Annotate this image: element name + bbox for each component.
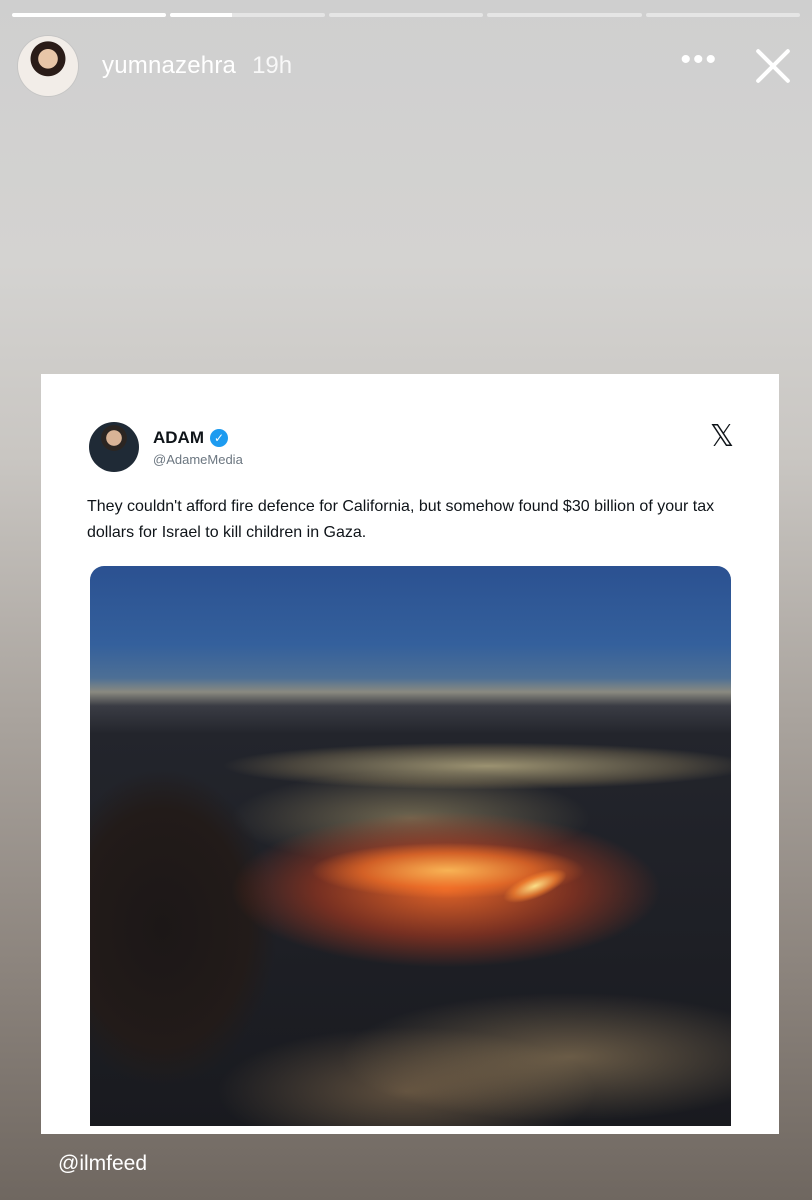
tweet-avatar bbox=[89, 422, 139, 472]
tweet-author-name: ADAM bbox=[153, 428, 204, 447]
progress-segment-4 bbox=[487, 13, 642, 17]
post-time: 19h bbox=[252, 52, 293, 79]
story-mention-caption[interactable]: @ilmfeed bbox=[58, 1152, 147, 1176]
more-icon[interactable]: ••• bbox=[680, 45, 718, 87]
close-icon[interactable] bbox=[752, 46, 792, 86]
tweet-author: ADAM ✓ @AdameMedia bbox=[89, 422, 243, 472]
story-header: yumnazehra 19h ••• bbox=[18, 34, 798, 98]
progress-fill bbox=[12, 13, 167, 17]
tweet-card[interactable]: ADAM ✓ @AdameMedia 𝕏 They couldn't affor… bbox=[41, 374, 779, 1134]
progress-segment-1 bbox=[12, 13, 167, 17]
tweet-text: They couldn't afford fire defence for Ca… bbox=[87, 498, 715, 541]
progress-segment-5 bbox=[645, 13, 801, 17]
story-progress-bar bbox=[12, 13, 801, 17]
progress-segment-3 bbox=[328, 13, 484, 17]
tweet-photo bbox=[90, 566, 731, 1126]
avatar[interactable] bbox=[18, 36, 78, 96]
username[interactable]: yumnazehra bbox=[102, 52, 236, 80]
progress-segment-2 bbox=[170, 13, 325, 17]
verified-icon: ✓ bbox=[210, 429, 228, 447]
tweet-author-handle: @AdameMedia bbox=[153, 452, 243, 467]
progress-fill bbox=[170, 13, 233, 17]
x-logo-icon: 𝕏 bbox=[709, 419, 735, 454]
